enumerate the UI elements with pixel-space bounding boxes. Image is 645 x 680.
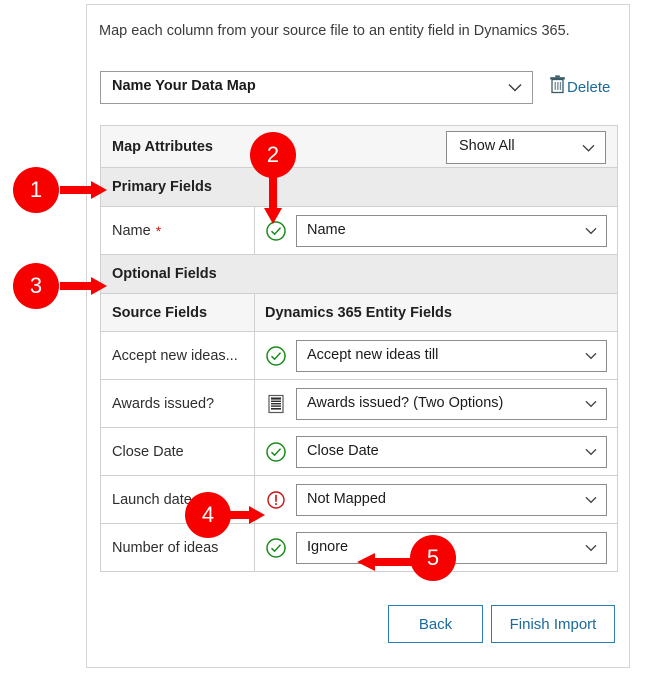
delete-data-map-button[interactable]: Delete: [549, 74, 610, 100]
target-field-select[interactable]: Close Date: [296, 435, 607, 468]
source-field-label: Name: [112, 222, 151, 239]
target-field-value: Name: [307, 221, 346, 238]
column-header-target: Dynamics 365 Entity Fields: [265, 304, 452, 321]
delete-label: Delete: [567, 78, 611, 96]
target-field-select[interactable]: Awards issued? (Two Options): [296, 387, 607, 420]
required-asterisk: *: [155, 222, 162, 239]
map-attributes-label: Map Attributes: [112, 138, 213, 155]
finish-import-button[interactable]: Finish Import: [491, 605, 615, 643]
callout-1-arrow: [60, 181, 108, 199]
red-warning-icon: [265, 489, 287, 511]
table-row: Name * Name: [101, 207, 617, 255]
target-field-value: Ignore: [307, 538, 349, 555]
callout-badge-1: 1: [13, 167, 59, 213]
target-field-value: Close Date: [307, 442, 379, 459]
callout-3-arrow: [60, 277, 108, 295]
primary-fields-section: Primary Fields: [101, 168, 617, 207]
back-button[interactable]: Back: [388, 605, 483, 643]
option-set-icon[interactable]: [265, 393, 287, 415]
column-header-source: Source Fields: [101, 294, 255, 331]
attribute-mapping-grid: Map Attributes Show All Primary Fields N…: [100, 125, 618, 572]
optional-fields-section: Optional Fields: [101, 255, 617, 294]
callout-badge-5: 5: [410, 535, 456, 581]
target-field-value: Awards issued? (Two Options): [307, 394, 504, 411]
chevron-down-icon: [585, 400, 597, 408]
data-map-name-value: Name Your Data Map: [112, 78, 256, 94]
optional-fields-label: Optional Fields: [112, 266, 217, 282]
callout-2-arrow: [264, 175, 282, 225]
chevron-down-icon: [585, 496, 597, 504]
chevron-down-icon: [508, 83, 522, 92]
source-field-number-of-ideas: Number of ideas: [101, 524, 255, 571]
show-filter-select[interactable]: Show All: [446, 131, 606, 164]
map-attributes-row: Map Attributes Show All: [101, 126, 617, 168]
trash-icon: [549, 75, 566, 99]
callout-badge-2: 2: [250, 132, 296, 178]
target-field-select[interactable]: Accept new ideas till: [296, 339, 607, 372]
source-field-accept-new-ideas: Accept new ideas...: [101, 332, 255, 379]
source-field-name: Name *: [101, 207, 255, 254]
callout-badge-4: 4: [185, 492, 231, 538]
target-field-value: Not Mapped: [307, 490, 386, 507]
target-field-select[interactable]: Not Mapped: [296, 483, 607, 516]
source-field-close-date: Close Date: [101, 428, 255, 475]
chevron-down-icon: [585, 352, 597, 360]
callout-5-arrow: [356, 553, 418, 571]
source-field-awards-issued: Awards issued?: [101, 380, 255, 427]
green-check-icon: [265, 537, 287, 559]
grid-column-headers: Source Fields Dynamics 365 Entity Fields: [101, 294, 617, 332]
table-row: Awards issued? Awards issued? (Two Optio…: [101, 380, 617, 428]
chevron-down-icon: [585, 448, 597, 456]
target-field-select[interactable]: Name: [296, 214, 607, 247]
callout-badge-3: 3: [13, 263, 59, 309]
green-check-icon: [265, 441, 287, 463]
chevron-down-icon: [585, 227, 597, 235]
chevron-down-icon: [585, 544, 597, 552]
table-row: Close Date Close Date: [101, 428, 617, 476]
dialog-footer: Back Finish Import: [100, 605, 618, 647]
chevron-down-icon: [582, 144, 595, 152]
table-row: Launch date Not Mapped: [101, 476, 617, 524]
show-filter-value: Show All: [459, 138, 515, 154]
target-field-value: Accept new ideas till: [307, 346, 439, 363]
instruction-text: Map each column from your source file to…: [99, 23, 570, 39]
data-map-name-select[interactable]: Name Your Data Map: [100, 71, 533, 104]
table-row: Accept new ideas... Accept new ideas til…: [101, 332, 617, 380]
green-check-icon: [265, 345, 287, 367]
primary-fields-label: Primary Fields: [112, 179, 212, 195]
